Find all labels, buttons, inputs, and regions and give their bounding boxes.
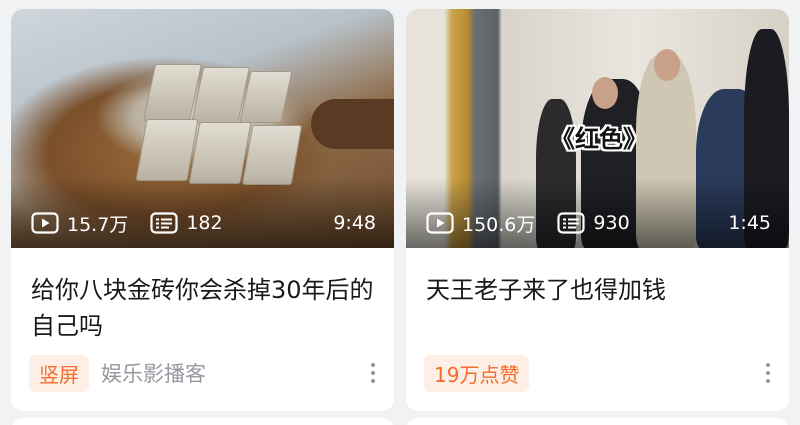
- gold-bar-shape: [135, 119, 199, 181]
- video-meta: 19万点赞: [424, 354, 775, 392]
- view-count-text: 150.6万: [462, 213, 536, 236]
- video-meta: 竖屏 娱乐影播客: [29, 354, 380, 392]
- author-name[interactable]: 娱乐影播客: [101, 358, 206, 388]
- likes-badge: 19万点赞: [424, 354, 530, 392]
- more-vertical-icon[interactable]: [761, 363, 775, 383]
- vertical-screen-badge: 竖屏: [29, 354, 89, 392]
- video-stats: 15.7万 182 9:48: [11, 208, 394, 238]
- danmaku-icon: [557, 212, 586, 234]
- next-card-peek: [11, 418, 394, 425]
- view-count: 150.6万: [426, 210, 535, 237]
- play-icon: [31, 212, 59, 234]
- more-vertical-icon[interactable]: [366, 363, 380, 383]
- hand-shape: [311, 99, 394, 149]
- video-thumbnail[interactable]: 《红色》 150.6万 930 1:45: [406, 9, 789, 248]
- danmaku-icon: [150, 212, 178, 234]
- video-title[interactable]: 给你八块金砖你会杀掉30年后的自己吗: [31, 272, 374, 348]
- view-count-text: 15.7万: [67, 213, 129, 236]
- video-duration: 1:45: [728, 212, 771, 234]
- danmaku-count: 930: [557, 212, 630, 234]
- video-stats: 150.6万 930 1:45: [406, 208, 789, 238]
- danmaku-count: 182: [150, 212, 223, 234]
- video-title[interactable]: 天王老子来了也得加钱: [426, 272, 769, 348]
- thumbnail-caption: 《红色》: [551, 125, 647, 153]
- video-duration: 9:48: [333, 212, 376, 234]
- video-card[interactable]: 《红色》 150.6万 930 1:45 天王老子来了也得加钱 19万点赞: [406, 9, 789, 411]
- face-shape: [592, 77, 618, 109]
- view-count: 15.7万: [31, 210, 128, 237]
- video-card[interactable]: 15.7万 182 9:48 给你八块金砖你会杀掉30年后的自己吗 竖屏 娱乐影…: [11, 9, 394, 411]
- danmaku-count-text: 930: [593, 212, 630, 234]
- video-thumbnail[interactable]: 15.7万 182 9:48: [11, 9, 394, 248]
- gold-bar-shape: [188, 122, 252, 184]
- video-feed: 15.7万 182 9:48 给你八块金砖你会杀掉30年后的自己吗 竖屏 娱乐影…: [0, 0, 800, 425]
- next-card-peek: [406, 418, 789, 425]
- face-shape: [654, 49, 680, 81]
- gold-bar-shape: [241, 125, 303, 185]
- danmaku-count-text: 182: [186, 212, 223, 234]
- play-icon: [426, 212, 454, 234]
